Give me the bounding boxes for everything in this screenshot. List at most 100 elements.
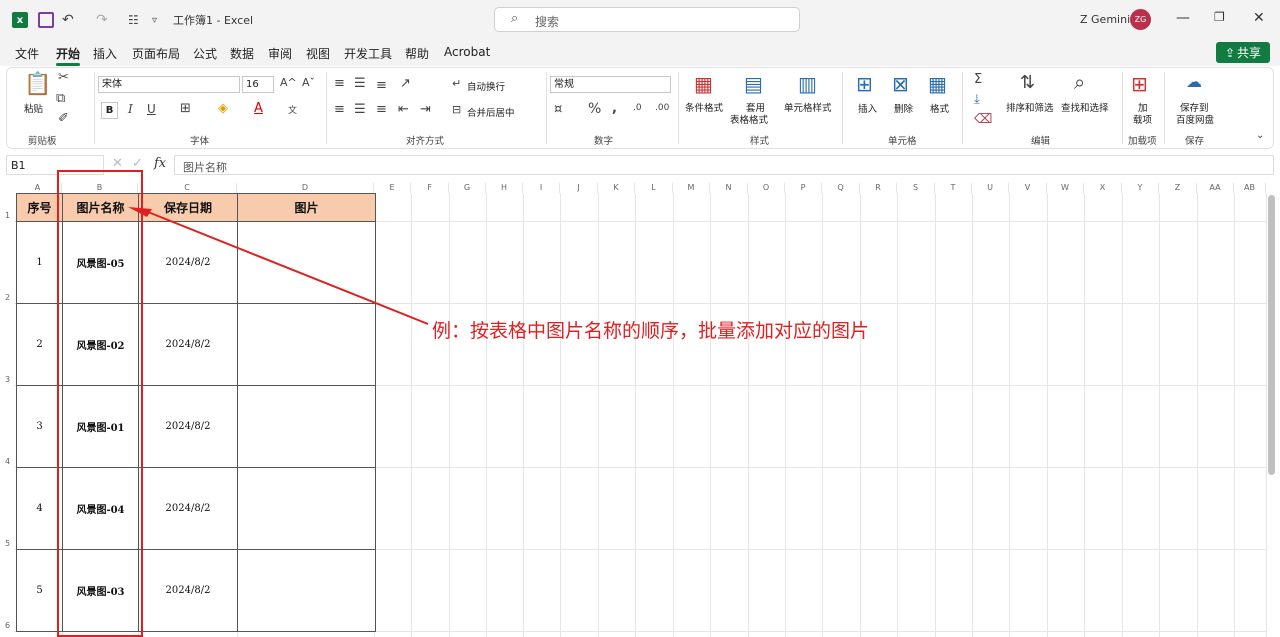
autosum-icon[interactable]: Σ [974, 72, 982, 87]
decrease-font-icon[interactable]: Aˇ [302, 76, 315, 89]
borders-icon[interactable]: ⊞ [180, 101, 191, 116]
paste-icon[interactable]: 📋 [24, 72, 51, 97]
column-header-X[interactable]: X [1084, 183, 1122, 193]
table-cell[interactable]: 2 [16, 303, 63, 386]
merge-center-button[interactable]: 合并后居中 [467, 105, 515, 119]
menu-review[interactable]: 审阅 [268, 45, 292, 62]
column-header-Y[interactable]: Y [1122, 183, 1159, 193]
column-header-W[interactable]: W [1047, 183, 1084, 193]
column-header-K[interactable]: K [598, 183, 635, 193]
row-header-1[interactable]: 1 [0, 211, 14, 220]
table-header-cell[interactable]: 图片 [237, 193, 376, 222]
insert-cells-button[interactable]: 插入 [858, 101, 877, 115]
column-header-M[interactable]: M [673, 183, 710, 193]
menu-help[interactable]: 帮助 [405, 45, 429, 62]
table-cell[interactable]: 4 [16, 467, 63, 550]
menu-insert[interactable]: 插入 [93, 45, 117, 62]
share-button[interactable]: ⇪ 共享 [1216, 42, 1270, 63]
column-header-V[interactable]: V [1009, 183, 1047, 193]
decrease-decimal-icon[interactable]: .00 [655, 103, 669, 113]
phonetic-icon[interactable]: 文 [288, 103, 297, 116]
avatar[interactable]: ZG [1130, 9, 1151, 30]
image-cell[interactable] [237, 303, 376, 386]
image-cell[interactable] [237, 385, 376, 468]
collapse-ribbon-icon[interactable]: ⌄ [1256, 130, 1264, 141]
fill-icon[interactable]: ⤓ [974, 92, 980, 107]
minimize-icon[interactable]: — [1176, 10, 1190, 26]
undo-icon[interactable]: ↶ [62, 10, 74, 30]
column-header-Q[interactable]: Q [822, 183, 860, 193]
column-header-N[interactable]: N [710, 183, 748, 193]
cancel-entry-icon[interactable]: ✕ [112, 156, 123, 171]
italic-button[interactable]: I [128, 102, 133, 116]
cut-icon[interactable]: ✂ [58, 70, 69, 85]
clear-icon[interactable]: ⌫ [974, 112, 992, 127]
table-cell[interactable]: 2024/8/2 [138, 385, 238, 468]
row-header-5[interactable]: 5 [0, 539, 14, 548]
column-header-H[interactable]: H [486, 183, 523, 193]
align-center-icon[interactable]: ☰ [354, 102, 366, 117]
conditional-format-button[interactable]: 条件格式 [685, 100, 723, 114]
row-header-2[interactable]: 2 [0, 293, 14, 302]
percent-icon[interactable]: % [588, 101, 601, 117]
column-header-AA[interactable]: AA [1197, 183, 1234, 193]
underline-button[interactable]: U [147, 102, 156, 116]
column-header-C[interactable]: C [138, 183, 237, 193]
column-header-U[interactable]: U [972, 183, 1009, 193]
table-cell[interactable]: 2024/8/2 [138, 549, 238, 632]
image-cell[interactable] [237, 467, 376, 550]
menu-home[interactable]: 开始 [56, 45, 81, 66]
menu-developer[interactable]: 开发工具 [344, 45, 392, 62]
customize-toolbar-icon[interactable]: ▿ [152, 10, 157, 30]
align-left-icon[interactable]: ≡ [334, 102, 345, 117]
table-cell[interactable]: 2024/8/2 [138, 221, 238, 304]
table-cell[interactable]: 3 [16, 385, 63, 468]
column-header-S[interactable]: S [897, 183, 935, 193]
image-cell[interactable] [237, 549, 376, 632]
column-header-F[interactable]: F [411, 183, 449, 193]
paste-button[interactable]: 粘贴 [24, 101, 43, 115]
vertical-scrollbar[interactable] [1268, 195, 1275, 475]
column-header-Z[interactable]: Z [1159, 183, 1197, 193]
column-header-A[interactable]: A [14, 183, 62, 193]
restore-icon[interactable]: ❐ [1214, 10, 1225, 24]
align-right-icon[interactable]: ≡ [376, 102, 387, 117]
form-icon[interactable]: ☷ [128, 10, 139, 30]
table-header-cell[interactable]: 保存日期 [138, 193, 238, 222]
decrease-indent-icon[interactable]: ⇤ [398, 102, 409, 117]
search-input[interactable]: ⌕ 搜索 [494, 7, 800, 32]
menu-page-layout[interactable]: 页面布局 [132, 45, 180, 62]
close-icon[interactable]: ✕ [1253, 10, 1265, 26]
column-header-L[interactable]: L [635, 183, 673, 193]
row-header-4[interactable]: 4 [0, 457, 14, 466]
menu-view[interactable]: 视图 [306, 45, 330, 62]
currency-icon[interactable]: ¤ [554, 102, 562, 117]
align-middle-icon[interactable]: ☰ [354, 76, 366, 91]
insert-function-icon[interactable]: fx [154, 156, 166, 171]
number-format-select[interactable]: 常规 [550, 76, 671, 93]
sort-filter-button[interactable]: 排序和筛选 [1006, 100, 1054, 114]
menu-formulas[interactable]: 公式 [193, 45, 217, 62]
column-header-I[interactable]: I [523, 183, 560, 193]
fill-color-icon[interactable]: ◈ [218, 101, 228, 116]
find-select-button[interactable]: 查找和选择 [1061, 100, 1109, 114]
table-cell[interactable]: 2024/8/2 [138, 303, 238, 386]
align-top-icon[interactable]: ≡ [334, 76, 345, 91]
menu-acrobat[interactable]: Acrobat [444, 45, 490, 59]
column-header-P[interactable]: P [785, 183, 822, 193]
wrap-text-button[interactable]: 自动换行 [467, 79, 505, 93]
confirm-entry-icon[interactable]: ✓ [132, 156, 143, 171]
column-header-AB[interactable]: AB [1234, 183, 1266, 193]
format-cells-button[interactable]: 格式 [930, 101, 949, 115]
comma-icon[interactable]: , [612, 101, 617, 116]
font-size-select[interactable]: 16 [242, 76, 274, 93]
align-bottom-icon[interactable]: ≡ [376, 78, 387, 93]
table-cell[interactable]: 2024/8/2 [138, 467, 238, 550]
copy-icon[interactable]: ⧉ [56, 91, 65, 106]
delete-cells-button[interactable]: 删除 [894, 101, 913, 115]
column-header-R[interactable]: R [860, 183, 897, 193]
increase-indent-icon[interactable]: ⇥ [420, 102, 431, 117]
font-name-select[interactable]: 宋体 [98, 76, 240, 93]
save-icon[interactable] [38, 12, 54, 28]
table-cell[interactable]: 5 [16, 549, 63, 632]
